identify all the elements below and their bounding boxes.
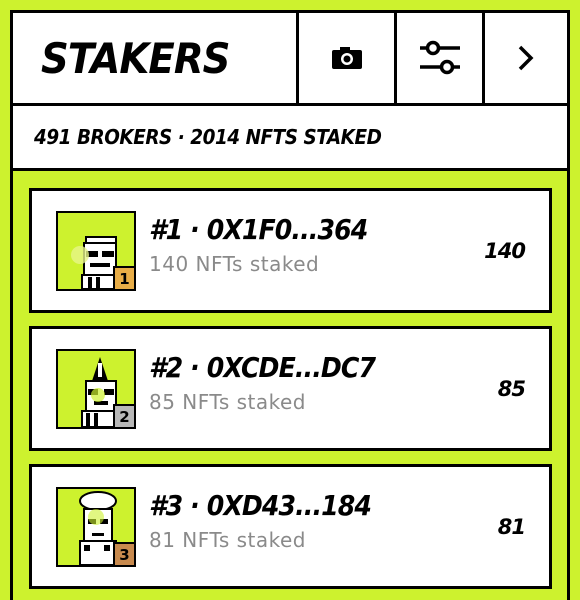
staked-count: 140 (484, 238, 526, 263)
avatar: 2 (56, 349, 136, 429)
stakers-panel: STAKERS 491 BROKERS · 2014 NFTS STAKED 1… (10, 10, 570, 600)
chevron-right-icon (518, 45, 534, 71)
staker-title: #2 · 0XCDE...DC7 (149, 351, 376, 384)
staker-title: #1 · 0X1F0...364 (149, 213, 368, 246)
sliders-icon (419, 40, 460, 75)
staker-card[interactable]: 3 #3 · 0XD43...184 81 NFTs staked 81 (29, 464, 552, 589)
title-cell: STAKERS (13, 13, 296, 103)
header-bar: STAKERS (13, 13, 567, 106)
avatar: 1 (56, 211, 136, 291)
staker-card[interactable]: 2 #2 · 0XCDE...DC7 85 NFTs staked 85 (29, 326, 552, 451)
rank-badge-bronze: 3 (113, 542, 134, 565)
card-text: #3 · 0XD43...184 81 NFTs staked (149, 489, 396, 552)
filter-button[interactable] (394, 13, 482, 103)
camera-button[interactable] (296, 13, 394, 103)
staker-subtitle: 81 NFTs staked (149, 528, 306, 552)
staked-count: 85 (497, 376, 526, 401)
staking-summary: 491 BROKERS · 2014 NFTS STAKED (34, 125, 382, 149)
page-title: STAKERS (41, 33, 230, 83)
summary-bar: 491 BROKERS · 2014 NFTS STAKED (13, 106, 567, 171)
staker-subtitle: 85 NFTs staked (149, 390, 306, 414)
camera-icon (331, 47, 362, 69)
staker-subtitle: 140 NFTs staked (149, 252, 320, 276)
rank-badge-gold: 1 (113, 266, 134, 289)
staked-count: 81 (497, 514, 526, 539)
card-text: #2 · 0XCDE...DC7 85 NFTs staked (149, 351, 400, 414)
avatar: 3 (56, 487, 136, 567)
staker-card[interactable]: 1 #1 · 0X1F0...364 140 NFTs staked 140 (29, 188, 552, 313)
staker-title: #3 · 0XD43...184 (149, 489, 372, 522)
rank-badge-silver: 2 (113, 404, 134, 427)
next-button[interactable] (482, 13, 567, 103)
card-text: #1 · 0X1F0...364 140 NFTs staked (149, 213, 392, 276)
